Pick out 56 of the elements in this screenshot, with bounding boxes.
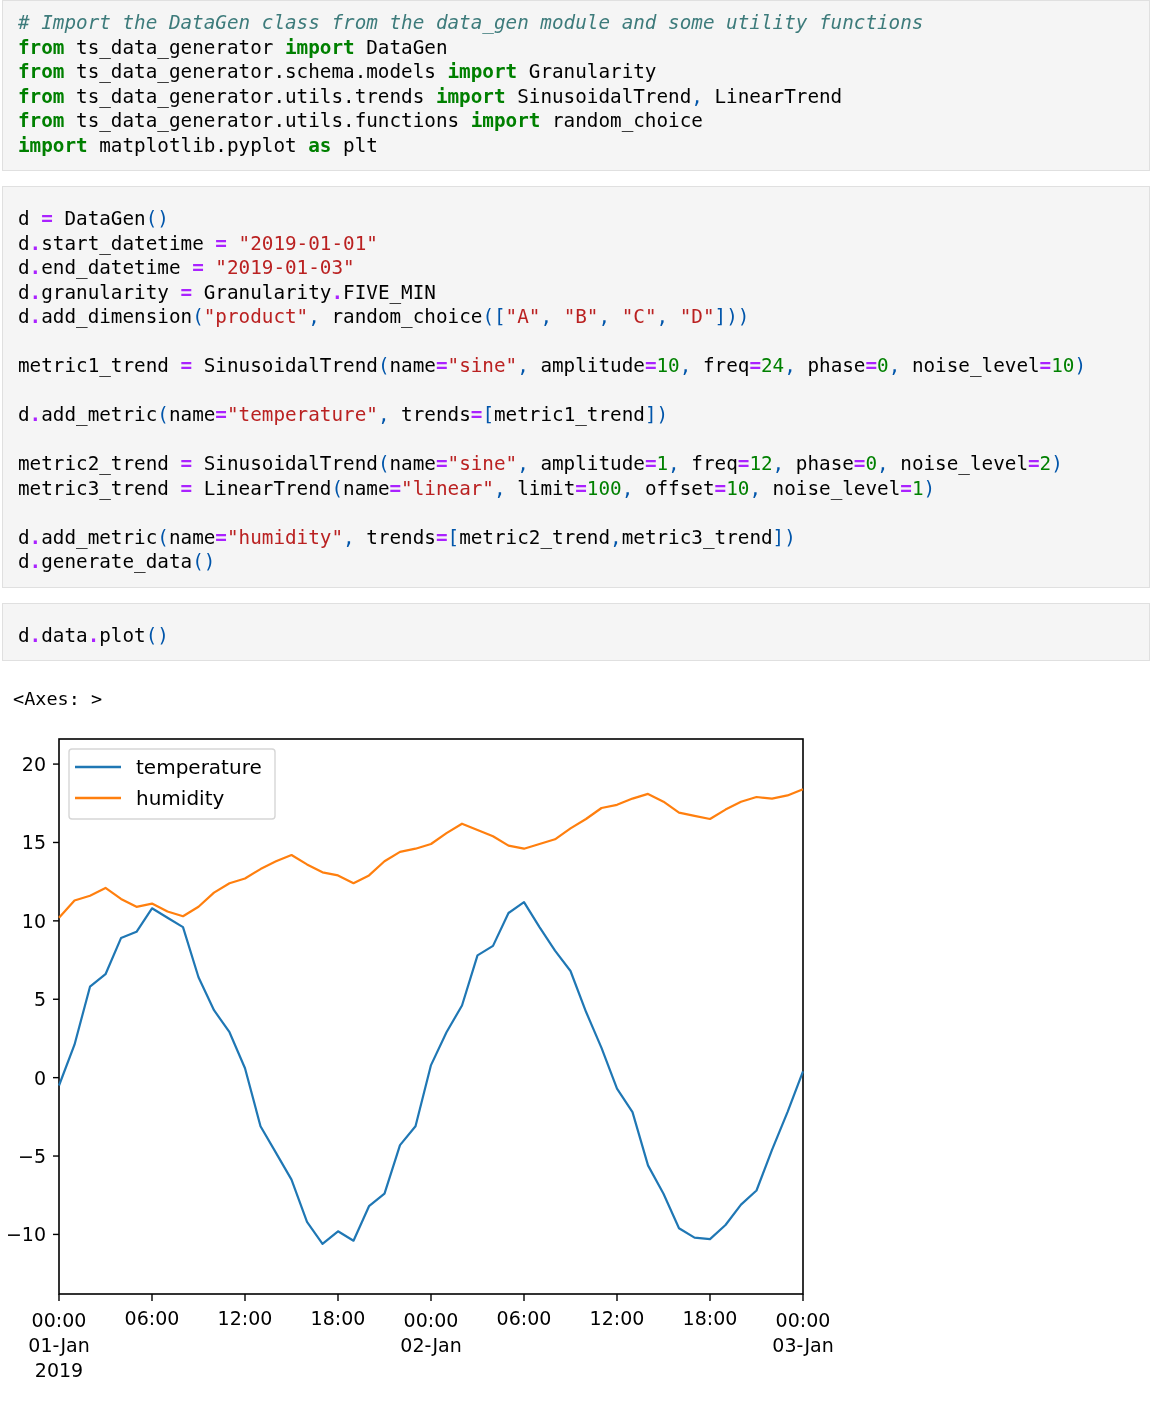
tick-mark (523, 1293, 525, 1302)
code-line: d.data.plot() (18, 623, 170, 648)
tick-label: 0 (33, 1066, 46, 1089)
tick-mark (52, 998, 60, 1000)
code-line: from ts_data_generator.utils.functions import random_choice (18, 109, 704, 134)
tick-mark (52, 1233, 60, 1236)
code-line: d.add_metric(name="humidity", trends=[metric2_trend,metric3_trend]) (18, 525, 797, 550)
code-line: d.add_metric(name="temperature", trends=[metric1_trend]) (18, 403, 670, 428)
code-line: d.generate_data() (18, 550, 217, 575)
tick-label: 00:00 01-Jan 2019 (28, 1309, 90, 1381)
tick-mark (52, 763, 60, 765)
code-line: d.add_dimension("product", random_choice(["A", "B", "C", "D"])) (18, 305, 751, 330)
code-line: metric2_trend = SinusoidalTrend(name="sine", amplitude=1, freq=12, phase=0, noise_level=2) (18, 452, 1064, 477)
tick-mark (52, 920, 60, 922)
tick-label: 10 (21, 909, 46, 932)
tick-mark (430, 1293, 432, 1302)
tick-label: 18:00 (310, 1307, 366, 1329)
code-line: metric1_trend = SinusoidalTrend(name="sine", amplitude=10, freq=24, phase=0, noise_level=10) (18, 354, 1088, 379)
tick-label: 15 (21, 831, 46, 854)
code-line: d.start_datetime = "2019-01-01" (18, 231, 379, 256)
legend-label: temperature (136, 755, 262, 779)
code-line: d.end_datetime = "2019-01-03" (18, 256, 356, 281)
tick-mark (58, 1293, 60, 1302)
tick-mark (802, 1293, 804, 1302)
code-line: metric3_trend = LinearTrend(name="linear", limit=100, offset=10, noise_level=1) (18, 476, 937, 501)
tick-mark (337, 1293, 339, 1302)
tick-label: 20 (21, 753, 46, 776)
code-line: d.granularity = Granularity.FIVE_MIN (18, 280, 437, 305)
code-line: # Import the DataGen class from the data_gen module and some utility functions (18, 11, 925, 36)
code-line: from ts_data_generator.utils.trends import SinusoidalTrend, LinearTrend (18, 84, 844, 109)
tick-label: 12:00 (589, 1307, 645, 1329)
tick-label: 00:00 03-Jan (772, 1309, 834, 1356)
tick-mark (151, 1293, 153, 1302)
code-line: from ts_data_generator.schema.models import Granularity (18, 60, 658, 85)
tick-label: 18:00 (682, 1307, 738, 1329)
tick-label: 06:00 (496, 1307, 552, 1329)
tick-label: 12:00 (217, 1307, 273, 1329)
tick-mark (52, 1076, 60, 1079)
tick-mark (52, 841, 60, 844)
code-line: d = DataGen() (18, 207, 170, 232)
code-cell[interactable] (2, 186, 1150, 588)
output-text: <Axes: > (12, 687, 104, 711)
tick-label: −10 (5, 1223, 46, 1246)
tick-label: 00:00 02-Jan (400, 1309, 462, 1356)
tick-label: 5 (33, 988, 46, 1011)
tick-mark (52, 1155, 60, 1157)
code-line: from ts_data_generator import DataGen (18, 35, 449, 60)
tick-mark (244, 1293, 246, 1302)
tick-label: 06:00 (124, 1307, 180, 1329)
legend-label: humidity (136, 786, 225, 810)
tick-label: −5 (18, 1145, 46, 1168)
tick-mark (709, 1293, 711, 1302)
code-cell[interactable]: d.data.plot() (2, 602, 1150, 661)
code-cell[interactable] (2, 0, 1150, 171)
tick-mark (616, 1293, 618, 1302)
code-line: import matplotlib.pyplot as plt (18, 133, 379, 158)
